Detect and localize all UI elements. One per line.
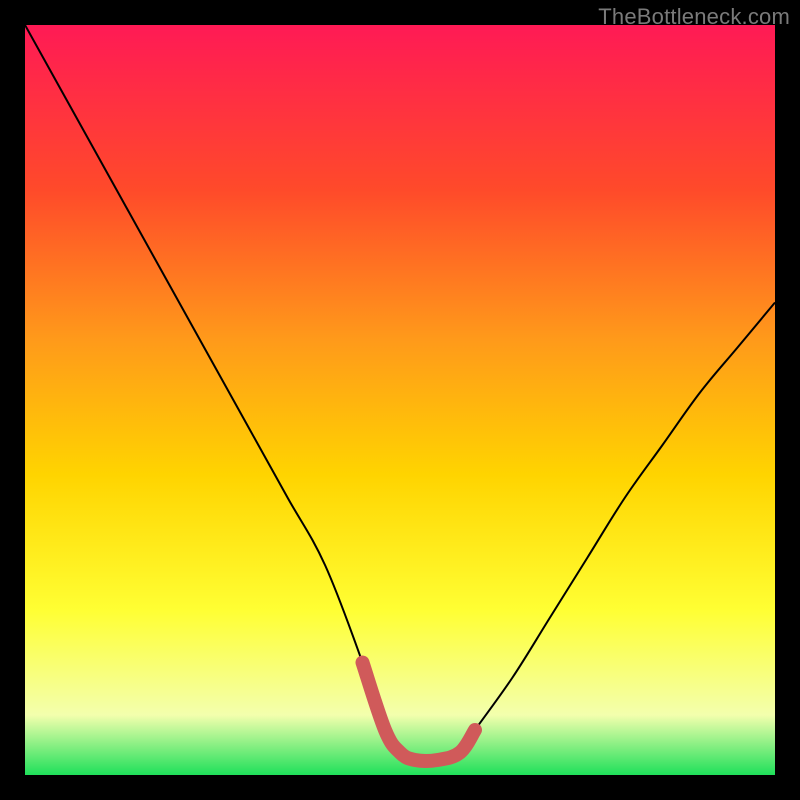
watermark-text: TheBottleneck.com [598,4,790,30]
gradient-background [25,25,775,775]
plot-area [25,25,775,775]
chart-svg [25,25,775,775]
chart-stage: TheBottleneck.com [0,0,800,800]
